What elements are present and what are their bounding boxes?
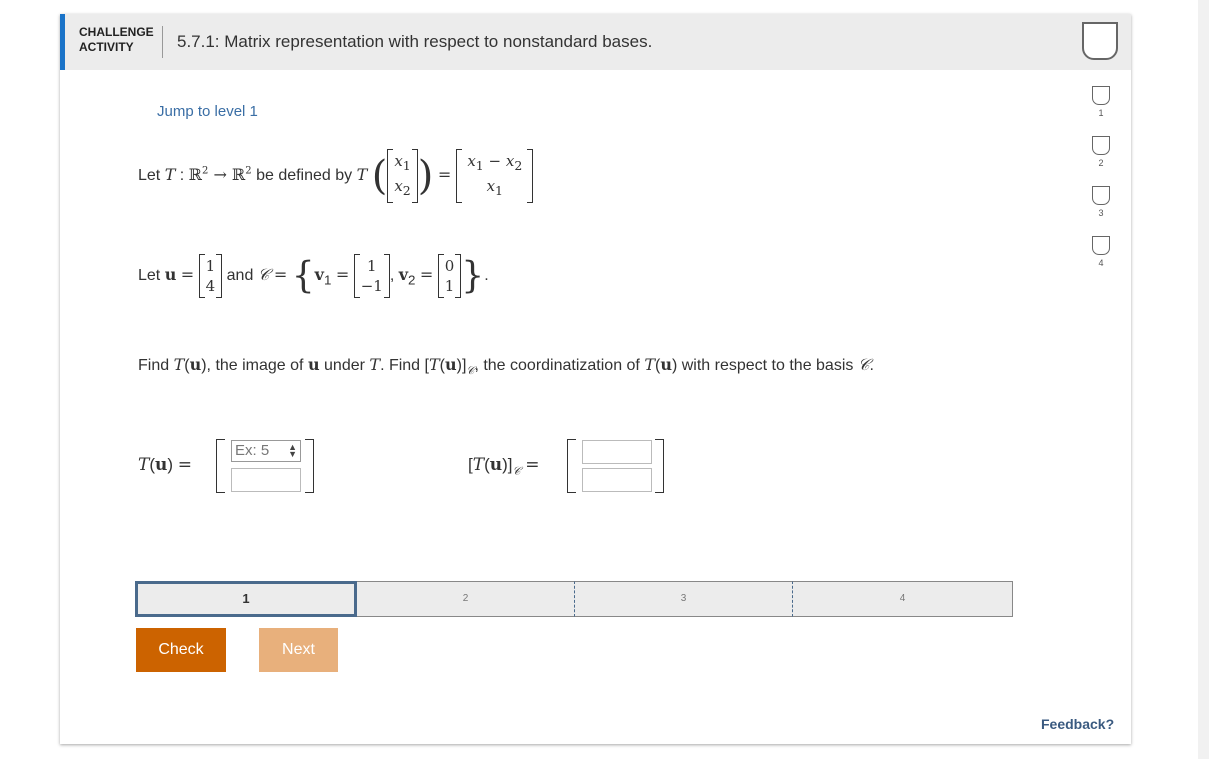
level-indicator-1[interactable]: 1 xyxy=(1090,86,1112,132)
right-bracket xyxy=(655,439,664,493)
level-badge-icon xyxy=(1092,236,1110,255)
header-divider xyxy=(162,26,163,58)
activity-title: 5.7.1: Matrix representation with respec… xyxy=(177,32,653,51)
spinner-arrows-icon[interactable]: ▲ ▼ xyxy=(288,443,297,459)
level-badge-icon xyxy=(1092,86,1110,105)
image-entry-1-stepper[interactable]: Ex: 5 ▲ ▼ xyxy=(231,440,301,462)
problem-instructions: Find T(u), the image of u under T. Find … xyxy=(138,355,874,378)
page-scrollbar[interactable] xyxy=(1198,0,1209,759)
check-button[interactable]: Check xyxy=(136,628,226,672)
left-bracket xyxy=(567,439,576,493)
progress-segment-3[interactable]: 3 xyxy=(574,581,792,617)
next-button[interactable]: Next xyxy=(259,628,338,672)
activity-type-label: CHALLENGE ACTIVITY xyxy=(79,25,154,54)
progress-segment-4[interactable]: 4 xyxy=(792,581,1013,617)
image-entry-2-input[interactable] xyxy=(231,468,301,492)
coordinate-answer-label: [T(u)]𝒞 = xyxy=(468,455,540,478)
level-indicator-3[interactable]: 3 xyxy=(1090,186,1112,232)
activity-header: CHALLENGE ACTIVITY 5.7.1: Matrix represe… xyxy=(60,14,1131,70)
progress-segment-1[interactable]: 1 xyxy=(135,581,357,617)
feedback-link[interactable]: Feedback? xyxy=(1041,716,1114,732)
progress-segment-2[interactable]: 2 xyxy=(357,581,574,617)
coordinate-entry-2-input[interactable] xyxy=(582,468,652,492)
challenge-card: CHALLENGE ACTIVITY 5.7.1: Matrix represe… xyxy=(60,14,1131,744)
level-badge-icon xyxy=(1092,186,1110,205)
jump-to-level-link[interactable]: Jump to level 1 xyxy=(157,103,258,120)
left-bracket xyxy=(216,439,225,493)
image-answer-label: T(u) = xyxy=(138,455,193,475)
transformation-definition: Let T : ℝ2 → ℝ2 be defined by T (x1 x2) =… xyxy=(138,149,534,203)
coordinate-entry-1-input[interactable] xyxy=(582,440,652,464)
vector-and-basis-definition: Let u = 14 and 𝒞 = {v1 = 1 −1, v2 = 0 1}. xyxy=(138,254,489,298)
right-bracket xyxy=(305,439,314,493)
level-badge-icon xyxy=(1092,136,1110,155)
level-progress-bar: 1 2 3 4 xyxy=(135,581,1013,617)
completion-badge-icon xyxy=(1082,22,1118,60)
level-indicator-4[interactable]: 4 xyxy=(1090,236,1112,282)
header-accent xyxy=(60,14,65,70)
level-indicator-2[interactable]: 2 xyxy=(1090,136,1112,182)
